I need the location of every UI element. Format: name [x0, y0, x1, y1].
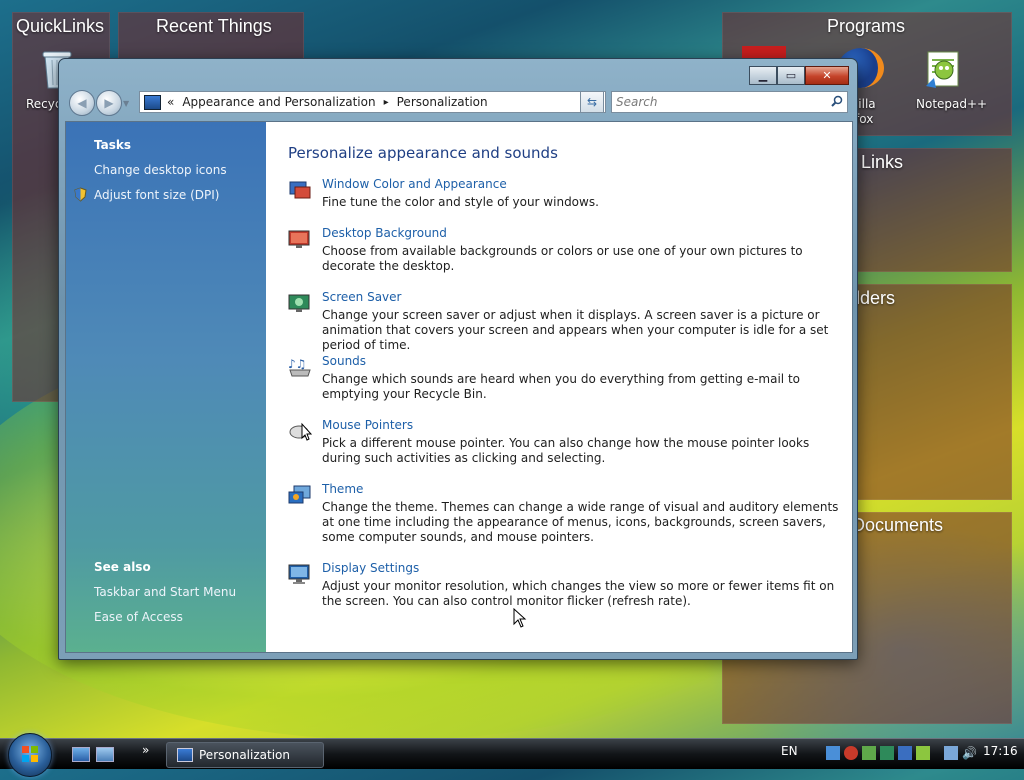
personalization-window: ▁ ▭ ✕ ◀ ▶ ▼ « Appearance and Personaliza…: [58, 58, 858, 660]
task-pane: Tasks Change desktop icons Adjust font s…: [66, 122, 266, 652]
documents-title: Documents: [852, 515, 944, 535]
display-settings-link[interactable]: Display Settings: [322, 561, 419, 575]
screen-saver-icon: [288, 292, 312, 314]
adjust-font-size-link[interactable]: Adjust font size (DPI): [94, 188, 219, 202]
tray-notepad-icon[interactable]: [916, 746, 930, 760]
see-also-heading: See also: [94, 560, 151, 574]
control-panel-icon: [144, 94, 161, 110]
recycle-bin-label: Recyc: [26, 97, 62, 111]
close-button[interactable]: ✕: [805, 66, 849, 85]
personalization-window-icon: [177, 748, 193, 762]
window-color-link[interactable]: Window Color and Appearance: [322, 177, 507, 191]
switch-windows-icon[interactable]: [96, 747, 114, 762]
sounds-icon: ♪♫: [288, 356, 312, 378]
breadcrumb-appearance[interactable]: Appearance and Personalization: [182, 95, 375, 109]
start-button[interactable]: [8, 733, 52, 777]
window-color-desc: Fine tune the color and style of your wi…: [322, 195, 599, 209]
programs-title: Programs: [827, 16, 906, 36]
main-pane: Personalize appearance and sounds Window…: [288, 122, 848, 652]
refresh-button[interactable]: ⇆: [580, 91, 604, 113]
window-color-icon: [288, 179, 312, 201]
quicklinks-title: QuickLinks: [16, 16, 105, 36]
ease-of-access-link[interactable]: Ease of Access: [94, 610, 183, 624]
notepadpp-icon[interactable]: [924, 50, 964, 90]
breadcrumb-separator-icon[interactable]: ▸: [384, 97, 389, 108]
recent-pages-dropdown[interactable]: ▼: [123, 99, 129, 108]
theme-desc: Change the theme. Themes can change a wi…: [322, 500, 839, 544]
windows-logo-icon: [22, 746, 38, 762]
page-title: Personalize appearance and sounds: [288, 144, 558, 162]
back-button[interactable]: ◀: [69, 90, 95, 116]
notepadpp-label: Notepad++: [916, 97, 988, 111]
theme-icon: [288, 484, 312, 506]
quicklaunch-more-button[interactable]: »: [142, 743, 149, 757]
mouse-pointers-icon: [288, 420, 313, 442]
caption-buttons: ▁ ▭ ✕: [749, 66, 849, 85]
screen-saver-desc: Change your screen saver or adjust when …: [322, 308, 829, 352]
tray-sync-icon[interactable]: [898, 746, 912, 760]
desktop-background-link[interactable]: Desktop Background: [322, 226, 447, 240]
volume-icon[interactable]: 🔊: [962, 746, 977, 760]
language-indicator[interactable]: EN: [781, 744, 798, 758]
taskbar-personalization-button[interactable]: Personalization: [166, 742, 324, 768]
show-desktop-icon[interactable]: [72, 747, 90, 762]
tray-network-icon[interactable]: [826, 746, 840, 760]
mouse-cursor-icon: [513, 607, 527, 631]
desktop-background-icon: [288, 228, 312, 250]
taskbar: » Personalization EN 🔊 17:16: [0, 733, 1024, 777]
uac-shield-icon: [74, 187, 87, 205]
breadcrumb-personalization[interactable]: Personalization: [397, 95, 488, 109]
search-icon[interactable]: [831, 95, 843, 110]
mouse-pointers-link[interactable]: Mouse Pointers: [322, 418, 413, 432]
tray-monitor-icon[interactable]: [944, 746, 958, 760]
mouse-pointers-desc: Pick a different mouse pointer. You can …: [322, 436, 810, 465]
sounds-link[interactable]: Sounds: [322, 354, 366, 368]
folders-title: lders: [856, 288, 896, 308]
taskbar-start-menu-link[interactable]: Taskbar and Start Menu: [94, 585, 236, 599]
forward-button[interactable]: ▶: [96, 90, 122, 116]
tray-app-icon[interactable]: [880, 746, 894, 760]
display-settings-desc: Adjust your monitor resolution, which ch…: [322, 579, 835, 608]
minimize-button[interactable]: ▁: [749, 66, 777, 85]
content-area: Tasks Change desktop icons Adjust font s…: [65, 121, 853, 653]
theme-link[interactable]: Theme: [322, 482, 363, 496]
address-bar[interactable]: « Appearance and Personalization ▸ Perso…: [139, 91, 606, 113]
tray-security-icon[interactable]: [844, 746, 858, 760]
search-box[interactable]: Search: [611, 91, 848, 113]
maximize-button[interactable]: ▭: [777, 66, 805, 85]
search-input[interactable]: Search: [616, 95, 658, 109]
desktop-background-desc: Choose from available backgrounds or col…: [322, 244, 803, 273]
screen-saver-link[interactable]: Screen Saver: [322, 290, 401, 304]
taskbar-button-label: Personalization: [199, 748, 290, 762]
clock[interactable]: 17:16: [983, 744, 1018, 758]
tray-update-icon[interactable]: [862, 746, 876, 760]
recent-things-title: Recent Things: [156, 16, 272, 36]
tasks-heading: Tasks: [94, 138, 132, 152]
display-settings-icon: [288, 563, 312, 585]
breadcrumb-overflow[interactable]: «: [167, 95, 174, 109]
change-desktop-icons-link[interactable]: Change desktop icons: [94, 163, 227, 177]
svg-text:♪♫: ♪♫: [288, 357, 306, 371]
sounds-desc: Change which sounds are heard when you d…: [322, 372, 800, 401]
